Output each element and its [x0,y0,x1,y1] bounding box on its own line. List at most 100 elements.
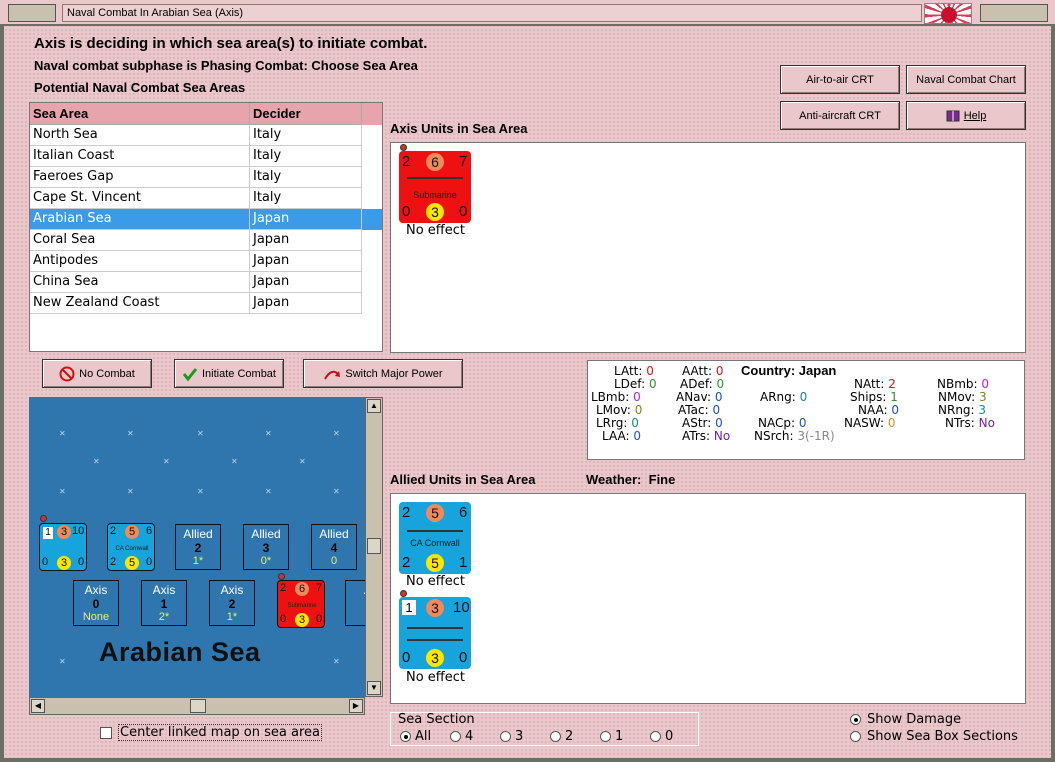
stat-item: NBmb: 0 [937,377,989,391]
axis-unit-effect: No effect [406,223,466,238]
scroll-right-icon[interactable]: ▶ [349,699,363,713]
section-option-2[interactable]: 2 [550,729,573,744]
air-to-air-crt-button[interactable]: Air-to-air CRT [780,65,900,94]
box-title: Axis [84,583,108,597]
allied-box-4[interactable]: Allied 4 0 [311,524,357,570]
axis-box-partial[interactable]: A [345,580,365,626]
convoy-counter[interactable]: 1 3 10 0 3 0 [399,597,471,669]
radio-show-box[interactable] [850,731,861,742]
table-row[interactable]: Arabian Sea Japan [30,209,382,230]
box-title: Allied [183,527,213,541]
scroll-down-icon[interactable]: ▼ [367,681,381,695]
potential-areas-label: Potential Naval Combat Sea Areas [34,80,246,95]
section-option-all[interactable]: All [400,729,431,744]
country-key: Country: [741,363,796,378]
no-combat-label: No Combat [79,367,135,380]
radio-all[interactable] [400,731,411,742]
counter-value: 5 [125,525,139,539]
box-title: Axis [220,583,244,597]
table-row[interactable]: Faeroes Gap Italy [30,167,382,188]
decider-cell: Italy [250,125,362,146]
radio-3[interactable] [500,731,511,742]
section-option-4[interactable]: 4 [450,729,473,744]
section-option-0[interactable]: 0 [650,729,673,744]
box-status: None [82,611,110,623]
map-cornwall-counter[interactable]: 2 5 6 CA Cornwall 2 5 0 [107,523,155,571]
stat-item: LAA: 0 [602,429,641,443]
star-mark: ✕ [197,429,204,438]
help-button[interactable]: Help [906,101,1026,130]
switch-major-power-button[interactable]: Switch Major Power [303,359,463,388]
stat-value: 0 [715,416,723,430]
window-controls-button[interactable] [980,4,1048,22]
box-number: 1 [160,597,168,611]
box-title: Allied [251,527,281,541]
sea-map[interactable]: ✕ ✕ ✕ ✕ ✕ ✕ ✕ ✕ ✕ ✕ ✕ ✕ ✕ ✕ ✕ ✕ 1 3 10 0… [29,397,365,697]
radio-2[interactable] [550,731,561,742]
axis-box-2[interactable]: Axis 2 1* [209,580,255,626]
col-decider[interactable]: Decider [250,103,362,125]
decider-cell: Japan [250,251,362,272]
counter-value: 1 [43,527,53,539]
stat-value: 0 [887,416,896,430]
stats-panel: Country: Japan LAtt: 0 LDef: 0 LBmb: 0 LMov… [587,360,1025,460]
map-convoy-counter[interactable]: 1 3 10 0 3 0 [39,523,87,571]
naval-combat-chart-button[interactable]: Naval Combat Chart [906,65,1026,94]
stat-key: LRrg: [596,416,628,430]
stat-item: ADef: 0 [680,377,724,391]
radio-0[interactable] [650,731,661,742]
table-row[interactable]: Italian Coast Italy [30,146,382,167]
table-row[interactable]: New Zealand Coast Japan [30,293,382,314]
system-menu-button[interactable] [8,4,56,22]
counter-value: 2 [402,153,411,170]
stat-value: 0 [799,390,808,404]
ship-silhouette-icon [407,522,463,532]
scroll-up-icon[interactable]: ▲ [367,399,381,413]
map-submarine-counter[interactable]: 2 6 7 Submarine 0 3 0 [277,580,325,628]
stat-item: ATrs: No [682,429,730,443]
table-row[interactable]: Antipodes Japan [30,251,382,272]
radio-1[interactable] [600,731,611,742]
counter-value: 7 [459,153,468,170]
show-damage-option[interactable]: Show Damage [850,712,961,727]
col-sea-area[interactable]: Sea Area [30,103,250,125]
initiate-combat-button[interactable]: Initiate Combat [174,359,284,388]
scroll-thumb-h[interactable] [190,699,206,713]
counter-value: 2 [402,554,411,571]
map-horizontal-scrollbar[interactable]: ◀ ▶ [29,697,365,715]
map-vertical-scrollbar[interactable]: ▲ ▼ [365,397,383,697]
counter-value: 5 [426,504,444,522]
box-number: 3 [262,541,270,555]
checkbox-box[interactable] [100,726,112,739]
table-row[interactable]: Cape St. Vincent Italy [30,188,382,209]
counter-name: Submarine [413,190,457,200]
title-bar: Naval Combat In Arabian Sea (Axis) [0,0,1055,26]
stat-item: LAtt: 0 [614,364,654,378]
axis-box-1[interactable]: Axis 1 2* [141,580,187,626]
anti-aircraft-crt-button[interactable]: Anti-aircraft CRT [780,101,900,130]
counter-value: 1 [402,600,416,615]
section-option-1[interactable]: 1 [600,729,623,744]
table-row[interactable]: China Sea Japan [30,272,382,293]
axis-box-0[interactable]: Axis 0 None [73,580,119,626]
counter-value: 0 [146,556,153,568]
radio-show-damage[interactable] [850,714,861,725]
submarine-counter[interactable]: 2 6 7 Submarine 0 3 0 [399,151,471,223]
ca-cornwall-counter[interactable]: 2 5 6 CA Cornwall 2 5 1 [399,502,471,574]
center-map-checkbox[interactable]: Center linked map on sea area [100,724,322,741]
section-option-3[interactable]: 3 [500,729,523,744]
radio-4[interactable] [450,731,461,742]
stat-value: 0 [712,403,721,417]
stat-item: Ships: 1 [850,390,898,404]
show-sea-box-option[interactable]: Show Sea Box Sections [850,729,1018,744]
table-row[interactable]: Coral Sea Japan [30,230,382,251]
stat-key: NSrch: [754,429,794,443]
scroll-left-icon[interactable]: ◀ [31,699,45,713]
table-row[interactable]: North Sea Italy [30,125,382,146]
stat-value: 0 [633,429,642,443]
counter-value: 0 [78,556,85,568]
no-combat-button[interactable]: No Combat [42,359,152,388]
allied-box-3[interactable]: Allied 3 0* [243,524,289,570]
allied-box-2[interactable]: Allied 2 1* [175,524,221,570]
scroll-thumb[interactable] [367,538,381,554]
